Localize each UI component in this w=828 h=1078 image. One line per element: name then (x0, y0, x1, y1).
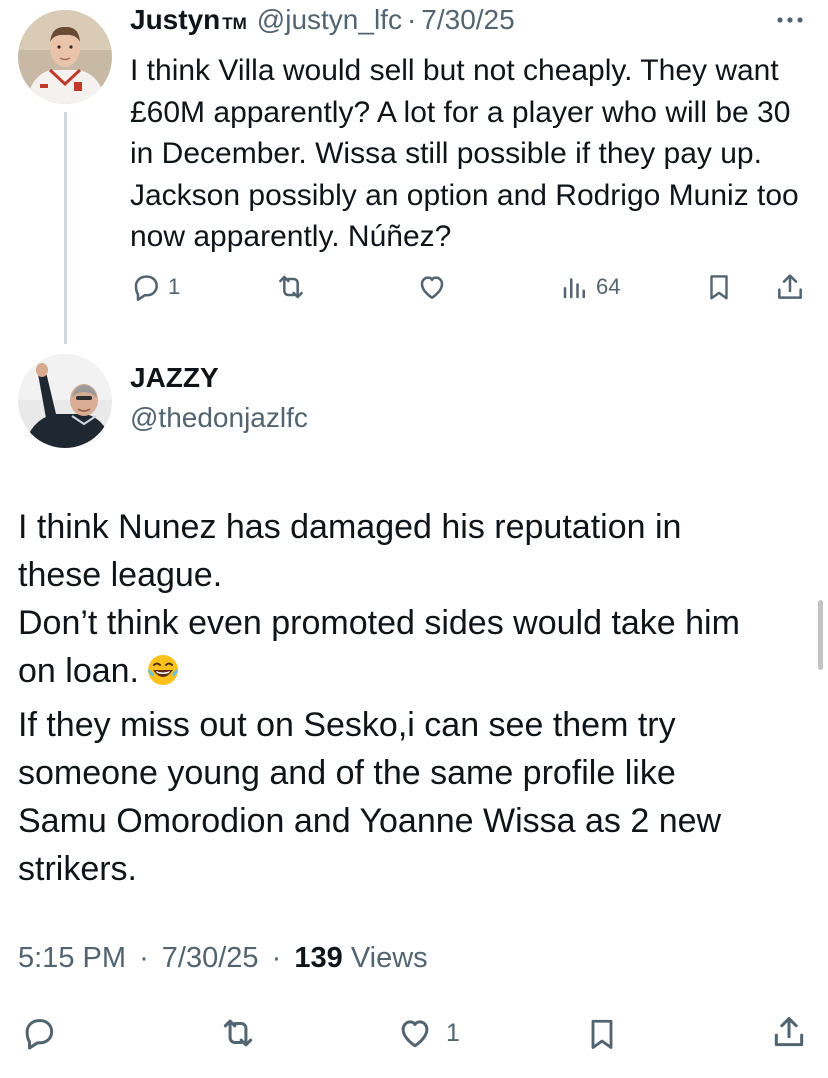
bookmark-button[interactable] (584, 1014, 620, 1054)
tweet-line: I think Nunez has damaged his reputation… (18, 508, 682, 546)
parent-name-suffix: TM (222, 14, 247, 33)
parent-reply-count: 1 (168, 274, 181, 299)
like-button[interactable]: 1 (396, 1014, 460, 1052)
separator-dot: · (139, 942, 149, 974)
main-avatar[interactable] (18, 354, 112, 448)
like-count: 1 (446, 1018, 460, 1047)
views-label: Views (350, 942, 428, 974)
tweet-line: strikers. (18, 850, 137, 888)
tweet-line: If they miss out on Sesko,i can see them… (18, 706, 676, 744)
parent-tweet-text: I think Villa would sell but not cheaply… (130, 54, 799, 253)
thread-line (64, 112, 67, 344)
parent-like-button[interactable] (416, 271, 448, 303)
parent-avatar[interactable] (18, 10, 112, 104)
parent-retweet-button[interactable] (274, 271, 308, 303)
like-icon (396, 1014, 434, 1052)
reply-button[interactable] (20, 1014, 58, 1052)
reply-icon (20, 1014, 58, 1052)
share-button[interactable] (770, 1012, 808, 1052)
bookmark-icon (584, 1014, 620, 1054)
views-count: 139 (294, 942, 343, 974)
views-icon (560, 271, 590, 303)
tweet-line-with-emoji: on loan. (18, 647, 814, 701)
tweet-line: Samu Omorodion and Yoanne Wissa as 2 new (18, 802, 722, 840)
main-display-name[interactable]: JAZZY (130, 362, 219, 394)
parent-views-button[interactable]: 64 (560, 271, 620, 303)
tweet-date[interactable]: 7/30/25 (162, 942, 259, 974)
reply-icon (130, 271, 162, 303)
parent-date[interactable]: 7/30/25 (421, 4, 514, 36)
share-icon (774, 271, 806, 303)
tweet-time[interactable]: 5:15 PM (18, 942, 126, 974)
tweet-meta: 5:15 PM · 7/30/25 · 139 Views (18, 942, 428, 975)
more-icon[interactable] (772, 8, 808, 32)
parent-view-count: 64 (596, 274, 621, 299)
main-handle[interactable]: @thedonjazlfc (130, 402, 308, 434)
bookmark-icon (704, 271, 734, 303)
separator-dot: · (406, 4, 417, 35)
tweet-line: these league. (18, 556, 223, 594)
share-icon (770, 1012, 808, 1052)
retweet-button[interactable] (218, 1014, 258, 1052)
tweet-line: on loan. (18, 652, 139, 690)
parent-reply-button[interactable]: 1 (130, 271, 180, 303)
tweet-line: someone young and of the same profile li… (18, 754, 676, 792)
scrollbar[interactable] (818, 600, 823, 670)
parent-header: Justyn TM @justyn_lfc · 7/30/25 (130, 4, 515, 44)
parent-share-button[interactable] (774, 271, 806, 303)
retweet-icon (274, 271, 308, 303)
parent-display-name[interactable]: Justyn (130, 4, 220, 36)
main-tweet-text: I think Nunez has damaged his reputation… (18, 503, 814, 893)
retweet-icon (218, 1014, 258, 1052)
laughing-tears-emoji-icon (145, 652, 181, 701)
parent-bookmark-button[interactable] (704, 271, 734, 303)
like-icon (416, 271, 448, 303)
tweet-line: Don’t think even promoted sides would ta… (18, 604, 740, 642)
parent-handle[interactable]: @justyn_lfc (257, 4, 402, 36)
separator-dot: · (271, 942, 282, 974)
